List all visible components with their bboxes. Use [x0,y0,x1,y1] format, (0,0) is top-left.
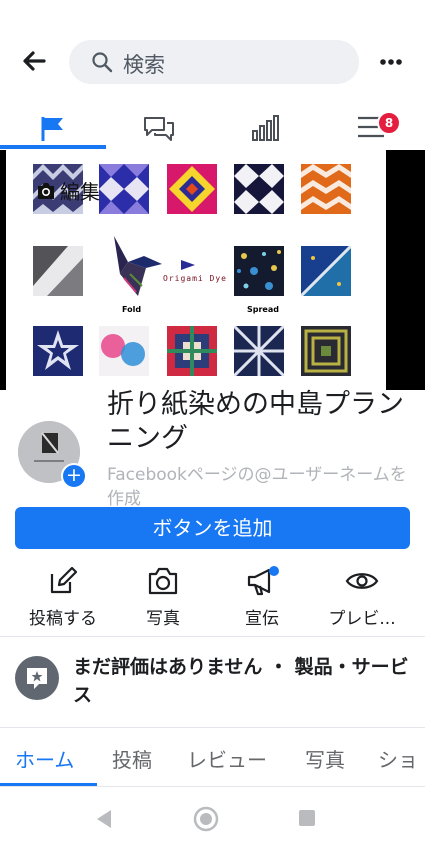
cover-edit-button[interactable]: 編集 [36,176,100,205]
review-bubble-icon [27,668,47,689]
system-back-icon[interactable] [95,809,113,829]
photo-action-button[interactable]: 写真 [110,562,216,634]
pattern-tile [301,326,351,376]
add-button[interactable]: ボタンを追加 [15,507,410,549]
tab-photos[interactable]: 写真 [305,744,345,773]
tab-posts[interactable]: 投稿 [112,744,152,773]
tab-shop[interactable]: ショ [378,744,418,773]
tab-reviews[interactable]: レビュー [187,744,267,773]
pattern-tile [234,246,284,296]
preview-action-label: プレビ... [328,609,396,629]
promote-notification-dot [269,566,279,576]
add-profile-photo-plus-icon[interactable]: + [61,463,87,489]
nav-active-indicator [0,145,106,149]
promote-action-button[interactable]: 宣伝 [209,562,315,634]
search-input[interactable]: 検索 [69,40,359,84]
nav-tab-insights[interactable] [212,92,318,150]
top-bar: 検索 [0,0,425,92]
system-home-icon[interactable] [193,806,219,832]
pennant-flag-logo [181,260,195,270]
brand-logo-text: Origami Dye [163,274,227,283]
pattern-tile [99,164,149,214]
promote-action-label: 宣伝 [245,609,279,629]
tab-home[interactable]: ホーム [15,744,74,773]
nav-tab-messages[interactable] [106,92,212,150]
nav-tab-menu[interactable] [318,92,424,150]
pattern-tile [234,164,284,214]
pattern-tile [301,164,351,214]
edit-icon [50,566,78,594]
rating-summary[interactable]: まだ評価はありません ・ 製品・サービス [0,637,425,727]
bar-chart-icon [252,115,279,141]
review-icon [15,656,59,700]
system-navigation-bar [0,787,425,850]
camera-icon [38,182,54,199]
preview-action-button[interactable]: プレビ... [309,562,415,634]
system-recents-icon[interactable] [298,809,316,827]
pattern-tile [234,326,284,376]
create-username-link[interactable]: Facebookページの@ユーザーネームを作成 [107,463,407,511]
page-title: 折り紙染めの中島プランニング [107,389,404,454]
search-icon [92,52,113,73]
nav-tab-pages[interactable] [0,92,106,150]
camera-outline-icon [148,567,178,595]
nav-tab-bar [0,92,425,151]
cover-edit-label: 編集 [60,180,100,204]
pattern-tile [99,326,149,376]
photo-action-label: 写真 [146,609,180,629]
back-button[interactable] [18,44,52,78]
more-dots-icon [380,59,402,65]
chat-bubbles-icon [144,117,174,141]
rating-text: まだ評価はありません ・ 製品・サービス [73,656,409,706]
page-tabs: ホーム 投稿 レビュー 写真 ショ [0,728,425,788]
pattern-tile [33,326,83,376]
fold-label: Fold [122,305,142,314]
post-action-label: 投稿する [29,609,97,629]
more-options-button[interactable] [373,48,409,76]
cover-image: Origami Dye Fold Spread 編集 [6,150,386,390]
post-action-button[interactable]: 投稿する [10,562,116,634]
cover-photo[interactable]: Origami Dye Fold Spread 編集 [0,150,425,390]
search-placeholder: 検索 [123,53,165,77]
origami-crane-logo [114,236,162,296]
eye-icon [345,573,379,589]
pattern-tile [301,246,351,296]
notification-badge: 8 [377,111,401,135]
spread-label: Spread [247,305,279,314]
flag-icon [41,117,63,141]
back-arrow-icon [23,51,46,71]
pattern-tile [167,164,217,214]
pattern-tile [33,246,83,296]
page-actions: 投稿する 写真 宣伝 プレビ... [0,562,425,634]
pattern-tile [167,326,217,376]
